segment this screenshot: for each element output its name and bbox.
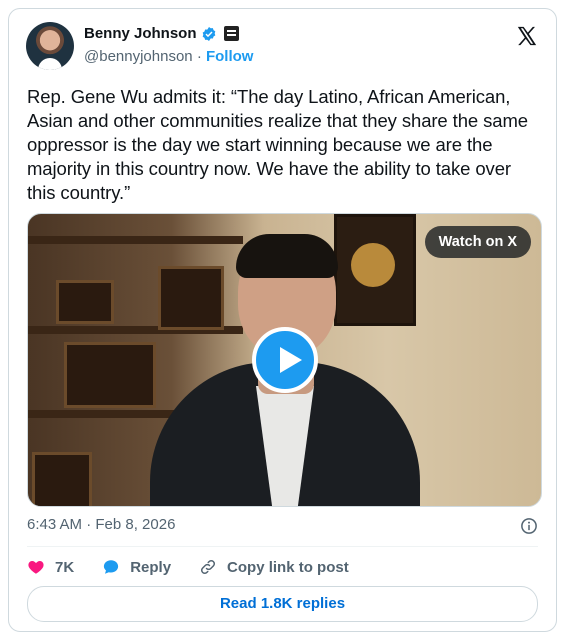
like-button[interactable]: 7K — [27, 558, 74, 576]
heart-icon — [28, 561, 44, 574]
info-icon[interactable] — [520, 517, 538, 535]
copy-link-button[interactable]: Copy link to post — [199, 558, 349, 576]
verified-badge-icon — [202, 26, 215, 41]
follow-link[interactable]: Follow — [206, 48, 254, 65]
like-count: 7K — [55, 558, 75, 576]
news-affiliate-icon[interactable] — [223, 26, 239, 41]
tweet-card: Benny Johnson @bennyjohnson · Follow Rep… — [8, 8, 557, 632]
author-name[interactable]: Benny Johnson — [84, 25, 197, 42]
reply-label: Reply — [130, 558, 172, 576]
video-thumbnail[interactable]: Watch on X — [27, 213, 542, 507]
bookshelf — [28, 236, 243, 244]
copy-link-label: Copy link to post — [227, 558, 349, 576]
action-bar: 7K Reply Copy link to post — [27, 556, 377, 578]
reply-bubble-icon — [104, 560, 119, 574]
post-timestamp[interactable]: 6:43 AM · Feb 8, 2026 — [27, 516, 175, 533]
shelf-frame — [32, 452, 92, 506]
author-avatar[interactable] — [26, 22, 74, 70]
handle-separator: · — [196, 48, 202, 65]
shelf-frame — [64, 342, 156, 408]
watch-on-x-button[interactable]: Watch on X — [424, 226, 531, 258]
handle-row: @bennyjohnson · Follow — [84, 48, 253, 65]
x-logo-icon[interactable] — [516, 25, 538, 47]
shelf-frame — [56, 280, 114, 324]
reply-button[interactable]: Reply — [102, 558, 171, 576]
link-icon — [201, 559, 216, 575]
tweet-text: Rep. Gene Wu admits it: “The day Latino,… — [27, 86, 528, 203]
speaker-hair — [236, 234, 338, 278]
author-name-row: Benny Johnson — [84, 25, 239, 42]
read-replies-button[interactable]: Read 1.8K replies — [27, 586, 538, 622]
author-handle[interactable]: @bennyjohnson — [84, 48, 193, 65]
play-icon[interactable] — [252, 327, 318, 393]
shelf-frame — [158, 266, 224, 330]
wall-picture — [334, 214, 416, 326]
divider — [27, 546, 538, 547]
